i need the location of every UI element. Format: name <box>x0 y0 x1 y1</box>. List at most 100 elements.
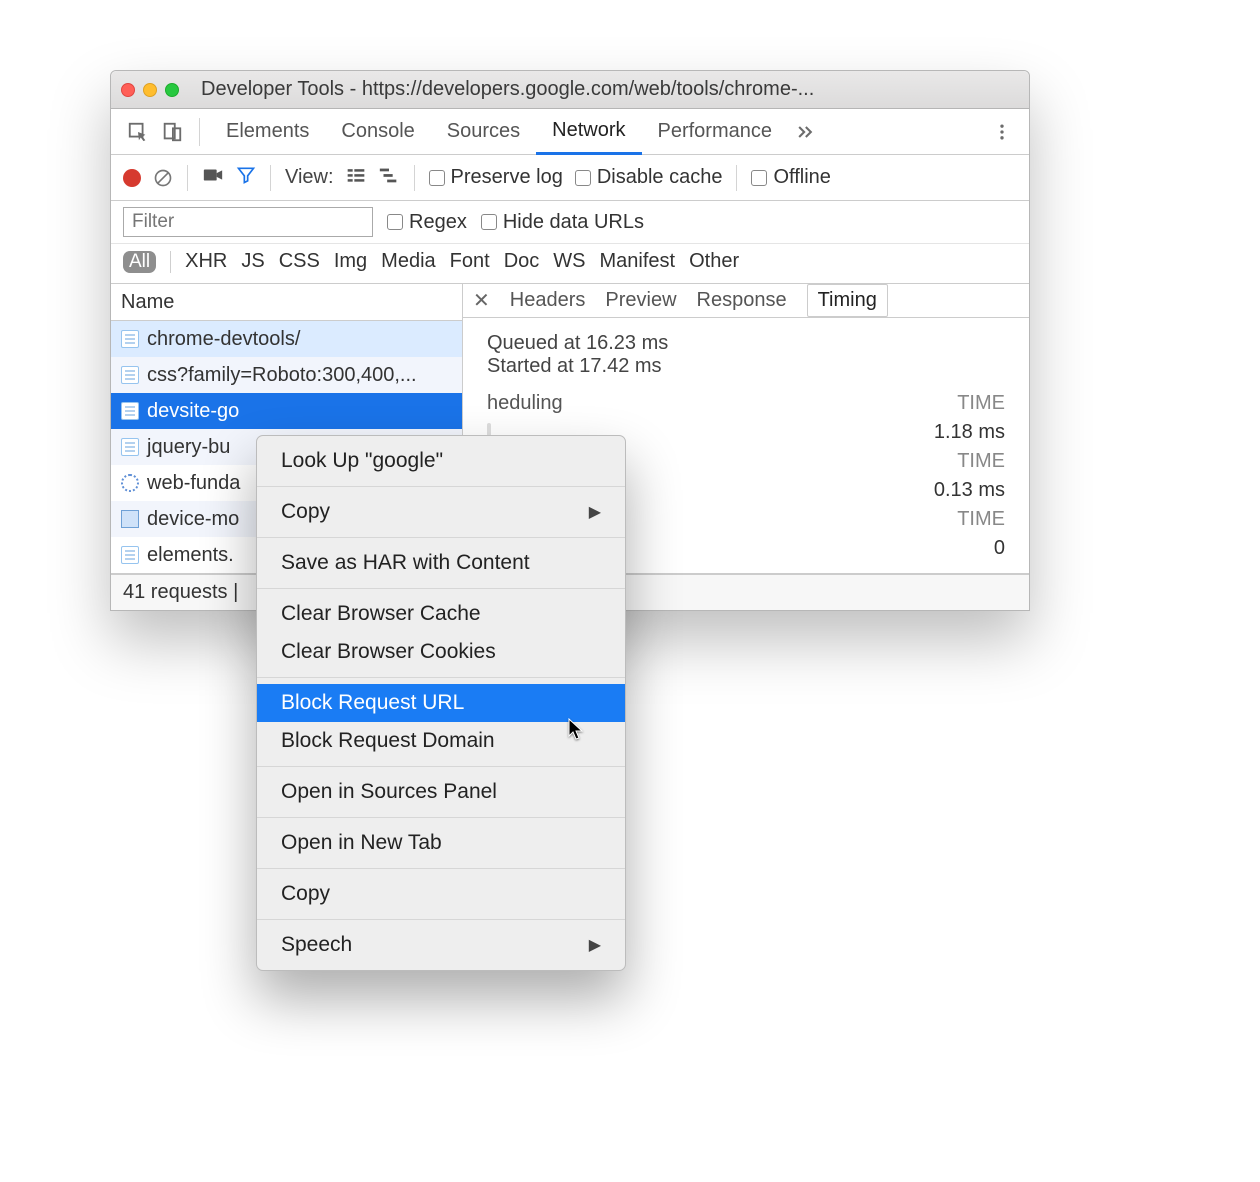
context-menu-item[interactable]: Clear Browser Cookies <box>257 633 625 671</box>
timing-value: 1.18 ms <box>934 421 1005 444</box>
context-menu-item[interactable]: Open in New Tab <box>257 824 625 862</box>
request-name: web-funda <box>147 472 240 495</box>
network-toolbar: View: Preserve log Disable cache Offline <box>111 155 1029 201</box>
context-menu-separator <box>257 677 625 678</box>
context-menu-item[interactable]: Copy <box>257 875 625 913</box>
toolbar-divider <box>199 118 200 146</box>
window-traffic-lights <box>121 83 179 97</box>
toolbar-divider <box>736 165 737 191</box>
type-filter-js[interactable]: JS <box>241 250 264 273</box>
doc-file-icon <box>121 546 139 564</box>
toolbar-divider <box>270 165 271 191</box>
tab-performance[interactable]: Performance <box>642 109 789 155</box>
img-file-icon <box>121 510 139 528</box>
request-row[interactable]: devsite-go <box>111 393 462 429</box>
context-menu-separator <box>257 588 625 589</box>
type-filter-font[interactable]: Font <box>450 250 490 273</box>
titlebar: Developer Tools - https://developers.goo… <box>111 71 1029 109</box>
type-filter-img[interactable]: Img <box>334 250 367 273</box>
context-menu-item[interactable]: Open in Sources Panel <box>257 773 625 811</box>
type-filter-ws[interactable]: WS <box>553 250 585 273</box>
filter-input[interactable] <box>123 207 373 237</box>
request-name: css?family=Roboto:300,400,... <box>147 364 417 387</box>
tab-timing[interactable]: Timing <box>807 284 888 317</box>
tab-elements[interactable]: Elements <box>210 109 325 155</box>
filter-toggle-icon[interactable] <box>236 165 256 191</box>
context-menu-item[interactable]: Clear Browser Cache <box>257 595 625 633</box>
context-menu-item[interactable]: Speech▶ <box>257 926 625 964</box>
tab-sources[interactable]: Sources <box>431 109 536 155</box>
type-filter-all[interactable]: All <box>123 251 156 273</box>
timing-started: Started at 17.42 ms <box>487 355 1005 378</box>
context-menu-item[interactable]: Copy ▶ <box>257 493 625 531</box>
type-filter-manifest[interactable]: Manifest <box>599 250 675 273</box>
camera-icon[interactable] <box>202 166 224 190</box>
close-details-icon[interactable]: ✕ <box>473 288 490 313</box>
type-filter-xhr[interactable]: XHR <box>185 250 227 273</box>
type-filter-other[interactable]: Other <box>689 250 739 273</box>
offline-checkbox[interactable]: Offline <box>751 166 830 189</box>
clear-icon[interactable] <box>153 168 173 188</box>
request-row[interactable]: css?family=Roboto:300,400,... <box>111 357 462 393</box>
context-menu-label: Save as HAR with Content <box>281 551 530 575</box>
context-menu-item[interactable]: Block Request Domain <box>257 722 625 760</box>
tab-network[interactable]: Network <box>536 109 641 155</box>
context-menu-label: Copy <box>281 882 330 906</box>
type-filter-doc[interactable]: Doc <box>504 250 540 273</box>
context-menu-separator <box>257 766 625 767</box>
inspect-element-icon[interactable] <box>121 115 155 149</box>
request-row[interactable]: chrome-devtools/ <box>111 321 462 357</box>
details-tabs: ✕ Headers Preview Response Timing <box>463 284 1029 318</box>
context-menu-label: Block Request URL <box>281 691 464 715</box>
waterfall-view-icon[interactable] <box>378 166 400 190</box>
view-label: View: <box>285 166 334 189</box>
regex-label: Regex <box>409 211 467 234</box>
context-menu: Look Up "google" Copy ▶ Save as HAR with Co… <box>256 435 626 971</box>
tab-preview[interactable]: Preview <box>605 289 676 312</box>
settings-kebab-icon[interactable] <box>985 115 1019 149</box>
window-title: Developer Tools - https://developers.goo… <box>201 78 1019 101</box>
main-tabs: Elements Console Sources Network Perform… <box>111 109 1029 155</box>
tab-headers[interactable]: Headers <box>510 289 586 312</box>
context-menu-label: Speech <box>281 933 352 957</box>
type-filter-css[interactable]: CSS <box>279 250 320 273</box>
request-name: devsite-go <box>147 400 239 423</box>
timing-group-label: heduling <box>487 392 563 415</box>
context-menu-item[interactable]: Save as HAR with Content <box>257 544 625 582</box>
tab-console[interactable]: Console <box>325 109 430 155</box>
preserve-log-label: Preserve log <box>451 166 563 189</box>
request-name: jquery-bu <box>147 436 230 459</box>
context-menu-label: Open in Sources Panel <box>281 780 497 804</box>
request-name: chrome-devtools/ <box>147 328 300 351</box>
doc-file-icon <box>121 366 139 384</box>
checkbox-box <box>751 170 767 186</box>
context-menu-label: Copy <box>281 500 330 524</box>
toolbar-divider <box>187 165 188 191</box>
toolbar-divider <box>414 165 415 191</box>
window-minimize-button[interactable] <box>143 83 157 97</box>
checkbox-box <box>429 170 445 186</box>
record-button[interactable] <box>123 169 141 187</box>
timing-queued: Queued at 16.23 ms <box>487 332 1005 355</box>
submenu-arrow-icon: ▶ <box>589 502 601 522</box>
large-rows-icon[interactable] <box>346 166 366 190</box>
tabs-overflow-icon[interactable] <box>788 115 822 149</box>
tab-response[interactable]: Response <box>697 289 787 312</box>
hide-data-urls-label: Hide data URLs <box>503 211 644 234</box>
context-menu-item[interactable]: Block Request URL <box>257 684 625 722</box>
window-close-button[interactable] <box>121 83 135 97</box>
window-maximize-button[interactable] <box>165 83 179 97</box>
doc-file-icon <box>121 402 139 420</box>
context-menu-item[interactable]: Look Up "google" <box>257 442 625 480</box>
name-column-header[interactable]: Name <box>111 284 462 321</box>
regex-checkbox[interactable]: Regex <box>387 211 467 234</box>
device-toggle-icon[interactable] <box>155 115 189 149</box>
filter-row: Regex Hide data URLs <box>111 201 1029 244</box>
hide-data-urls-checkbox[interactable]: Hide data URLs <box>481 211 644 234</box>
context-menu-separator <box>257 868 625 869</box>
disable-cache-checkbox[interactable]: Disable cache <box>575 166 723 189</box>
disable-cache-label: Disable cache <box>597 166 723 189</box>
type-filter-media[interactable]: Media <box>381 250 435 273</box>
preserve-log-checkbox[interactable]: Preserve log <box>429 166 563 189</box>
doc-file-icon <box>121 330 139 348</box>
